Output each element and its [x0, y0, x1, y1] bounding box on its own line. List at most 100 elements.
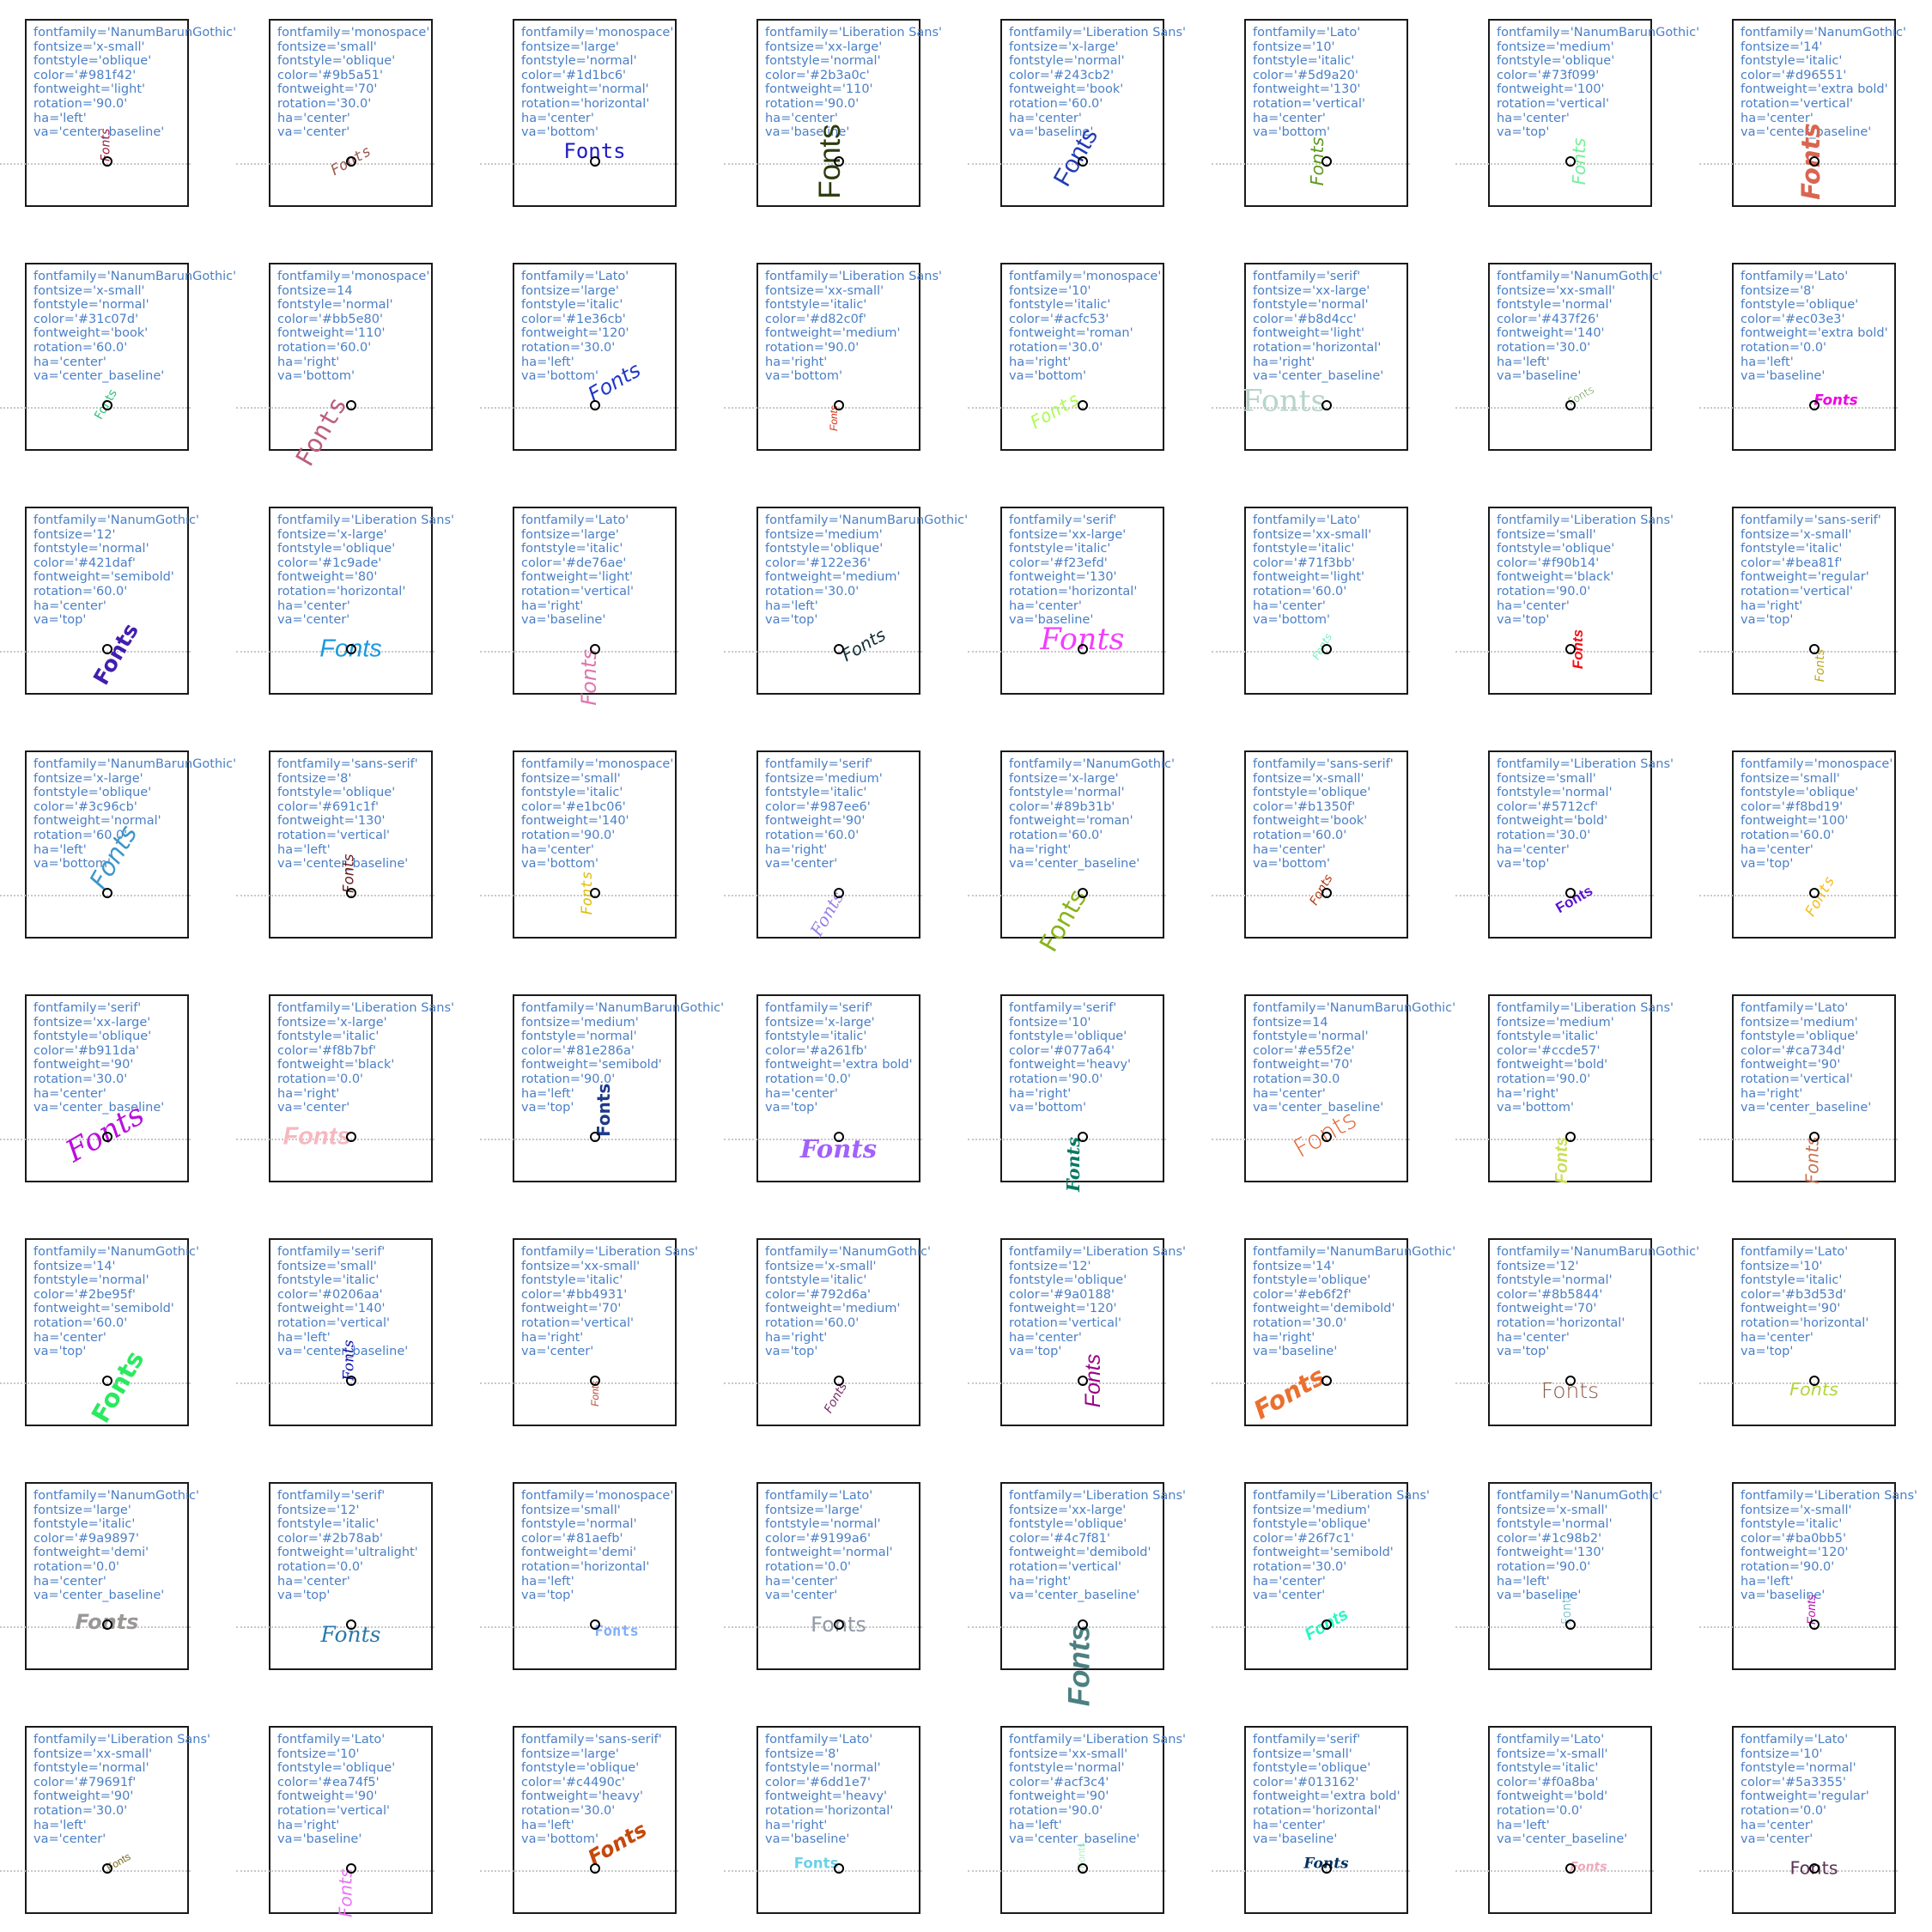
param-fontfamily: fontfamily='Liberation Sans': [1497, 757, 1674, 771]
param-va: va='top': [521, 1589, 574, 1603]
param-rotation: rotation='30.0': [1497, 340, 1591, 355]
param-color: color='#de76ae': [521, 556, 627, 570]
anchor-marker: [833, 888, 844, 898]
param-va: va='top': [1497, 613, 1550, 628]
param-fontfamily: fontfamily='NanumBarunGothic': [33, 26, 237, 39]
baseline-guide: [724, 407, 922, 409]
param-fontweight: fontweight='80': [277, 570, 378, 585]
param-va: va='center': [765, 857, 838, 872]
param-fontstyle: fontstyle='oblique': [277, 542, 396, 556]
param-rotation: rotation='90.0': [1741, 1559, 1835, 1574]
param-fontfamily: fontfamily='NanumGothic': [1009, 757, 1175, 771]
param-ha: ha='left': [1497, 355, 1550, 369]
param-va: va='center_baseline': [33, 125, 165, 140]
param-fontstyle: fontstyle='oblique': [1009, 1030, 1127, 1044]
param-fontstyle: fontstyle='oblique': [1741, 1030, 1859, 1044]
panel-parameters: fontfamily='Liberation Sans' fontsize='x-…: [1009, 26, 1186, 140]
param-ha: ha='center': [521, 842, 594, 857]
panel-parameters: fontfamily='Lato' fontsize='8' fontstyle='…: [1741, 270, 1888, 384]
anchor-marker: [345, 1863, 356, 1874]
anchor-marker: [1077, 1376, 1088, 1386]
anchor-marker: [345, 400, 356, 410]
param-color: color='#5712cf': [1497, 799, 1598, 814]
param-fontsize: fontsize='medium': [765, 527, 883, 542]
param-color: color='#6dd1e7': [765, 1775, 871, 1789]
param-fontweight: fontweight='light': [1253, 326, 1364, 341]
baseline-guide: [1455, 163, 1654, 165]
baseline-guide: [0, 651, 191, 653]
param-color: color='#acfc53': [1009, 312, 1109, 326]
param-fontweight: fontweight='120': [521, 326, 629, 341]
anchor-marker: [345, 1376, 356, 1386]
sample-text: Fonts: [1242, 384, 1327, 419]
panel-parameters: fontfamily='NanumBarunGothic' fontsize='1…: [1253, 1245, 1455, 1359]
param-fontstyle: fontstyle='oblique': [1253, 786, 1371, 800]
panel-parameters: fontfamily='NanumBarunGothic' fontsize='x…: [33, 26, 236, 140]
param-fontfamily: fontfamily='monospace': [521, 1489, 674, 1503]
anchor-marker: [589, 156, 600, 167]
param-color: color='#ca734d': [1741, 1043, 1845, 1058]
param-ha: ha='right': [277, 1818, 340, 1832]
param-fontfamily: fontfamily='Lato': [277, 1733, 386, 1747]
param-ha: ha='left': [521, 1574, 574, 1589]
param-ha: ha='center': [277, 1574, 350, 1589]
param-fontfamily: fontfamily='NanumBarunGothic': [1497, 1245, 1700, 1259]
param-fontweight: fontweight='demi': [521, 1546, 637, 1560]
anchor-marker: [1564, 888, 1576, 898]
param-rotation: rotation='horizontal': [1497, 1315, 1625, 1330]
param-color: color='#9b5a51': [277, 68, 383, 82]
param-fontsize: fontsize='x-small': [33, 39, 145, 54]
param-fontfamily: fontfamily='monospace': [1009, 270, 1162, 283]
panel-parameters: fontfamily='NanumGothic' fontsize='14' fon…: [33, 1245, 199, 1359]
param-fontweight: fontweight='100': [1741, 814, 1849, 829]
param-fontweight: fontweight='medium': [765, 1302, 901, 1316]
param-color: color='#0206aa': [277, 1287, 383, 1302]
param-fontfamily: fontfamily='NanumGothic': [33, 1245, 199, 1259]
param-fontweight: fontweight='semibold': [1253, 1546, 1394, 1560]
baseline-guide: [1455, 651, 1654, 653]
param-va: va='center': [277, 613, 350, 628]
param-color: color='#71f3bb': [1253, 556, 1356, 570]
anchor-marker: [589, 1376, 600, 1386]
param-rotation: rotation='30.0': [1497, 828, 1591, 842]
param-ha: ha='right': [1741, 598, 1803, 613]
sample-text: Fonts: [576, 649, 601, 706]
baseline-guide: [0, 1870, 191, 1872]
param-fontfamily: fontfamily='monospace': [1741, 757, 1893, 771]
param-rotation: rotation='vertical': [521, 584, 635, 598]
param-fontsize: fontsize='12': [1009, 1259, 1091, 1273]
param-ha: ha='left': [521, 355, 574, 369]
param-rotation: rotation='90.0': [765, 96, 860, 111]
param-fontweight: fontweight='book': [1253, 814, 1368, 829]
param-rotation: rotation='vertical': [277, 828, 391, 842]
anchor-marker: [1321, 888, 1332, 898]
param-color: color='#bea81f': [1741, 556, 1843, 570]
param-rotation: rotation='vertical': [1741, 1072, 1854, 1086]
param-va: va='top': [1741, 1345, 1794, 1359]
param-fontweight: fontweight='70': [277, 82, 378, 97]
param-ha: ha='left': [33, 1818, 87, 1832]
anchor-marker: [101, 1132, 112, 1142]
anchor-marker: [1077, 400, 1088, 410]
param-rotation: rotation='30.0': [33, 1803, 128, 1818]
baseline-guide: [1699, 651, 1898, 653]
param-color: color='#9a9897': [33, 1531, 139, 1546]
param-rotation: rotation='0.0': [1741, 1803, 1827, 1818]
param-fontsize: fontsize='medium': [1497, 1015, 1614, 1030]
param-va: va='top': [521, 1101, 574, 1115]
param-rotation: rotation='vertical': [1253, 96, 1366, 111]
baseline-guide: [1455, 1870, 1654, 1872]
panel-parameters: fontfamily='Lato' fontsize='large' fontsty…: [765, 1489, 893, 1603]
panel-parameters: fontfamily='monospace' fontsize='small' fo…: [521, 1489, 673, 1603]
param-ha: ha='right': [1253, 1330, 1315, 1345]
param-va: va='center_baseline': [1497, 1832, 1628, 1847]
anchor-marker: [1808, 1376, 1820, 1386]
param-ha: ha='center': [1253, 1818, 1326, 1832]
param-fontsize: fontsize='xx-large': [1009, 527, 1127, 542]
param-fontweight: fontweight='regular': [1741, 570, 1869, 585]
param-fontstyle: fontstyle='normal': [277, 298, 393, 313]
param-fontsize: fontsize='small': [277, 1259, 377, 1273]
param-ha: ha='right': [277, 1086, 340, 1101]
baseline-guide: [1455, 407, 1654, 409]
param-color: color='#077a64': [1009, 1043, 1115, 1058]
